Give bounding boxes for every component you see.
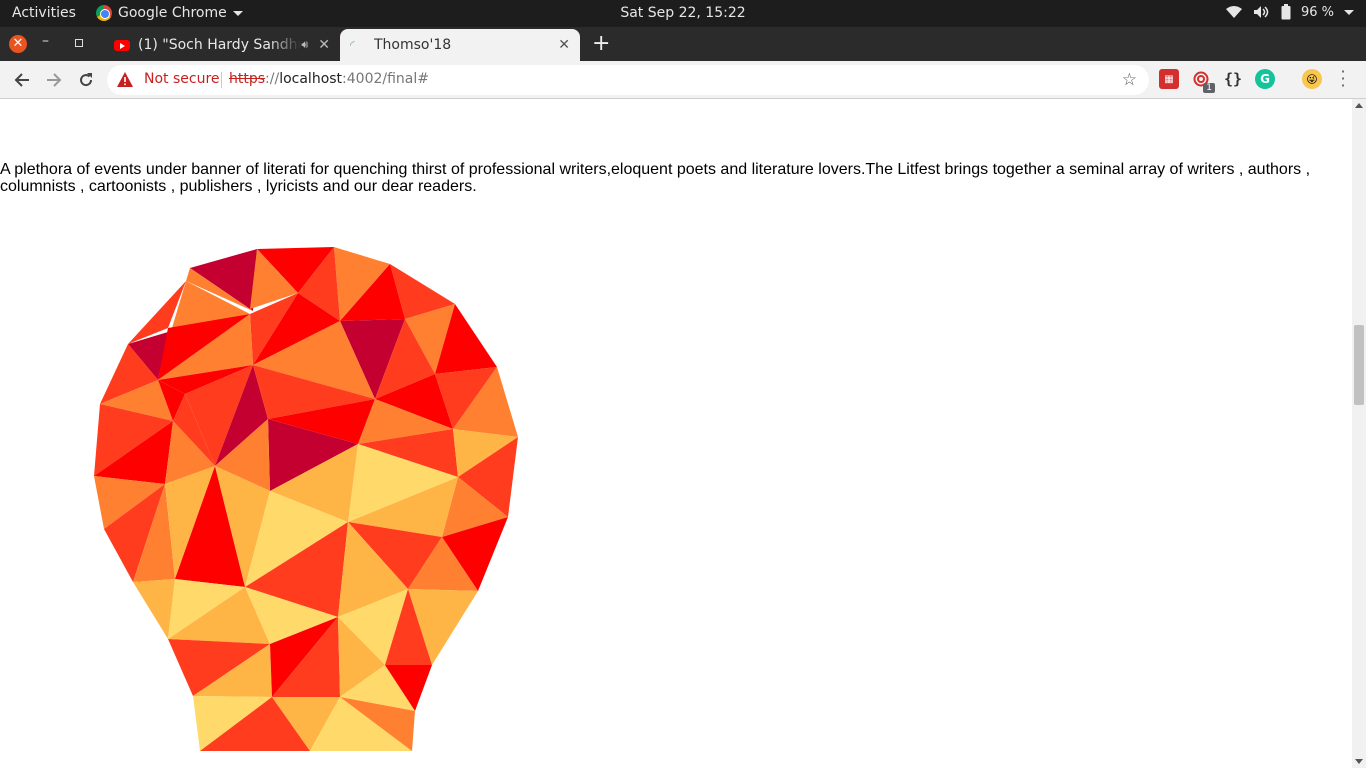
extension-badge: 1	[1203, 83, 1215, 93]
close-tab-icon[interactable]: ✕	[558, 37, 570, 53]
system-top-bar: Activities Google Chrome Sat Sep 22, 15:…	[0, 0, 1366, 27]
extension-json-icon[interactable]: {}	[1223, 69, 1243, 89]
tab-title: Thomso'18	[374, 37, 452, 53]
back-arrow-icon	[14, 73, 29, 87]
extension-target-icon[interactable]: 1	[1191, 69, 1215, 93]
page-content: A plethora of events under banner of lit…	[0, 99, 1352, 768]
reload-button[interactable]	[75, 69, 97, 91]
lightbulb-low-poly-illustration	[94, 247, 518, 751]
wifi-icon	[1225, 6, 1242, 18]
battery-percent: 96 %	[1300, 4, 1334, 20]
url-scheme: https	[229, 71, 266, 87]
url-separator: ://	[265, 71, 280, 87]
volume-icon	[1253, 6, 1269, 18]
bookmark-star-icon[interactable]: ☆	[1122, 70, 1137, 90]
chrome-icon	[96, 5, 112, 21]
youtube-icon	[114, 39, 130, 51]
activities-button[interactable]: Activities	[12, 5, 76, 21]
battery-icon	[1281, 4, 1291, 20]
url-text[interactable]: https://localhost:4002/final#	[229, 71, 429, 87]
bulb-facet	[133, 579, 175, 639]
speaker-icon[interactable]: 🔊︎	[301, 38, 308, 52]
chevron-down-icon	[1344, 9, 1354, 15]
url-path: :4002/final#	[342, 71, 429, 87]
warning-icon[interactable]	[117, 72, 133, 87]
scroll-up-arrow-icon[interactable]	[1355, 103, 1363, 108]
scroll-down-arrow-icon[interactable]	[1355, 759, 1363, 764]
tab-title: (1) "Soch Hardy Sandhu	[138, 37, 302, 53]
url-host: localhost	[279, 71, 343, 87]
window-close-button[interactable]: ✕	[9, 35, 27, 53]
divider	[221, 72, 222, 88]
address-bar[interactable]: Not secure https://localhost:4002/final#…	[107, 65, 1149, 95]
system-tray[interactable]: 96 %	[1225, 4, 1354, 20]
loading-icon: ◜	[350, 38, 355, 52]
back-button[interactable]	[11, 69, 33, 91]
extension-grammarly-icon[interactable]: G	[1255, 69, 1275, 89]
forward-arrow-icon	[47, 73, 62, 87]
close-tab-icon[interactable]: ✕	[318, 37, 330, 53]
window-maximize-button[interactable]	[75, 39, 83, 47]
forward-button[interactable]	[43, 69, 65, 91]
reload-icon	[80, 73, 93, 87]
tab-youtube[interactable]: (1) "Soch Hardy Sandhu 🔊︎ ✕	[104, 29, 340, 61]
tab-thomso[interactable]: ◜ Thomso'18 ✕	[340, 29, 580, 61]
window-minimize-button[interactable]: –	[42, 33, 49, 49]
chrome-menu-icon[interactable]: · · ·	[1338, 64, 1348, 94]
new-tab-button[interactable]: +	[592, 31, 610, 56]
extension-mosaic-icon[interactable]: ▦	[1159, 69, 1179, 89]
scrollbar-thumb[interactable]	[1354, 325, 1364, 405]
app-menu[interactable]: Google Chrome	[96, 5, 243, 21]
profile-avatar-icon[interactable]: 😜	[1302, 69, 1322, 89]
chevron-down-icon	[232, 10, 243, 16]
security-label[interactable]: Not secure	[144, 71, 220, 87]
page-scrollbar[interactable]	[1352, 99, 1366, 768]
app-menu-label: Google Chrome	[118, 5, 227, 21]
